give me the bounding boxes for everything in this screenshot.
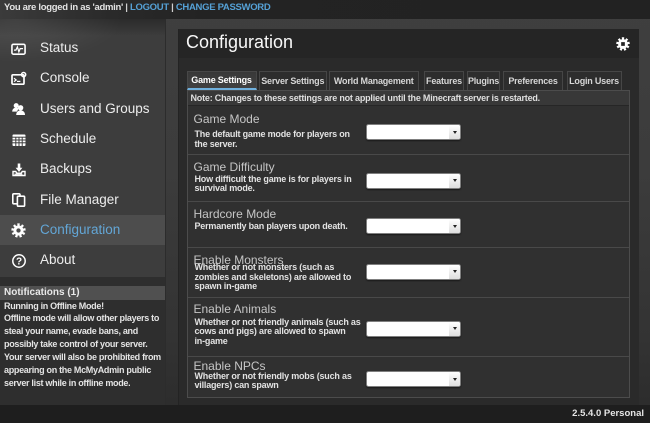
svg-text:?: ? — [15, 256, 21, 267]
